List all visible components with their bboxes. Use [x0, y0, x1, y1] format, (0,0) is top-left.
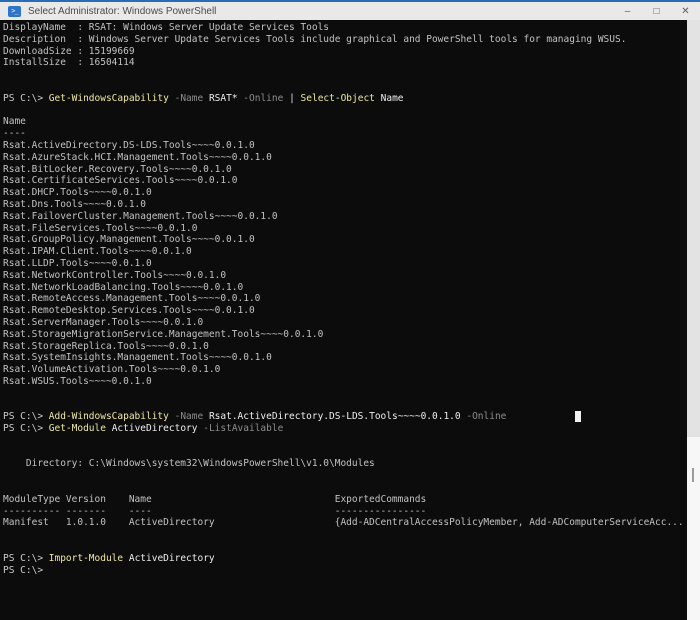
terminal-line: Directory: C:\Windows\system32\WindowsPo… [3, 458, 687, 470]
terminal-line: Rsat.Dns.Tools~~~~0.0.1.0 [3, 199, 687, 211]
terminal-line: Rsat.SystemInsights.Management.Tools~~~~… [3, 352, 687, 364]
terminal-cursor [575, 411, 581, 422]
terminal-line: Rsat.VolumeActivation.Tools~~~~0.0.1.0 [3, 364, 687, 376]
terminal-line: Rsat.AzureStack.HCI.Management.Tools~~~~… [3, 152, 687, 164]
terminal-line: Rsat.StorageReplica.Tools~~~~0.0.1.0 [3, 341, 687, 353]
terminal-line [3, 529, 687, 541]
terminal-line: DownloadSize : 15199669 [3, 46, 687, 58]
maximize-button[interactable]: □ [642, 2, 671, 20]
powershell-icon[interactable]: >_ [8, 6, 21, 17]
terminal-line: Rsat.DHCP.Tools~~~~0.0.1.0 [3, 187, 687, 199]
scrollbar-grip [692, 468, 694, 482]
terminal-line: Rsat.WSUS.Tools~~~~0.0.1.0 [3, 376, 687, 388]
terminal-line: ModuleType Version Name ExportedCommands [3, 494, 687, 506]
minimize-button[interactable]: – [613, 2, 642, 20]
terminal-line [3, 400, 687, 412]
terminal-line: Rsat.FileServices.Tools~~~~0.0.1.0 [3, 223, 687, 235]
terminal-line: PS C:\> Get-WindowsCapability -Name RSAT… [3, 93, 687, 105]
terminal-line: Rsat.ServerManager.Tools~~~~0.0.1.0 [3, 317, 687, 329]
terminal-output: DisplayName : RSAT: Windows Server Updat… [3, 22, 687, 576]
terminal-line [3, 388, 687, 400]
terminal-area[interactable]: DisplayName : RSAT: Windows Server Updat… [0, 20, 687, 620]
terminal-line: ---------- ------- ---- ---------------- [3, 506, 687, 518]
terminal-line [3, 81, 687, 93]
terminal-line: Rsat.BitLocker.Recovery.Tools~~~~0.0.1.0 [3, 164, 687, 176]
terminal-line [3, 105, 687, 117]
terminal-line: InstallSize : 16504114 [3, 57, 687, 69]
terminal-line [3, 541, 687, 553]
terminal-line: Rsat.StorageMigrationService.Management.… [3, 329, 687, 341]
terminal-line: PS C:\> Add-WindowsCapability -Name Rsat… [3, 411, 687, 423]
window-controls: – □ ✕ [613, 2, 700, 20]
terminal-line: DisplayName : RSAT: Windows Server Updat… [3, 22, 687, 34]
close-button[interactable]: ✕ [671, 2, 700, 20]
terminal-line: Rsat.LLDP.Tools~~~~0.0.1.0 [3, 258, 687, 270]
terminal-line: Rsat.IPAM.Client.Tools~~~~0.0.1.0 [3, 246, 687, 258]
terminal-line: ---- [3, 128, 687, 140]
terminal-line [3, 482, 687, 494]
terminal-line: Rsat.RemoteAccess.Management.Tools~~~~0.… [3, 293, 687, 305]
terminal-line: PS C:\> [3, 565, 687, 577]
terminal-line: Description : Windows Server Update Serv… [3, 34, 687, 46]
terminal-line: Manifest 1.0.1.0 ActiveDirectory {Add-AD… [3, 517, 687, 529]
terminal-line: Rsat.ActiveDirectory.DS-LDS.Tools~~~~0.0… [3, 140, 687, 152]
terminal-line: Rsat.GroupPolicy.Management.Tools~~~~0.0… [3, 234, 687, 246]
title-bar[interactable]: >_ Select Administrator: Windows PowerSh… [0, 2, 700, 20]
terminal-line: Rsat.CertificateServices.Tools~~~~0.0.1.… [3, 175, 687, 187]
scrollbar-thumb[interactable] [687, 20, 700, 437]
powershell-window: >_ Select Administrator: Windows PowerSh… [0, 0, 700, 620]
scrollbar[interactable] [687, 20, 700, 620]
terminal-line: Rsat.NetworkLoadBalancing.Tools~~~~0.0.1… [3, 282, 687, 294]
terminal-line [3, 447, 687, 459]
window-title: Select Administrator: Windows PowerShell [28, 6, 216, 17]
terminal-line: PS C:\> Get-Module ActiveDirectory -List… [3, 423, 687, 435]
terminal-line: Rsat.NetworkController.Tools~~~~0.0.1.0 [3, 270, 687, 282]
terminal-line [3, 435, 687, 447]
terminal-line: Rsat.FailoverCluster.Management.Tools~~~… [3, 211, 687, 223]
terminal-line: PS C:\> Import-Module ActiveDirectory [3, 553, 687, 565]
terminal-line [3, 69, 687, 81]
terminal-line: Name [3, 116, 687, 128]
terminal-line: Rsat.RemoteDesktop.Services.Tools~~~~0.0… [3, 305, 687, 317]
terminal-line [3, 470, 687, 482]
